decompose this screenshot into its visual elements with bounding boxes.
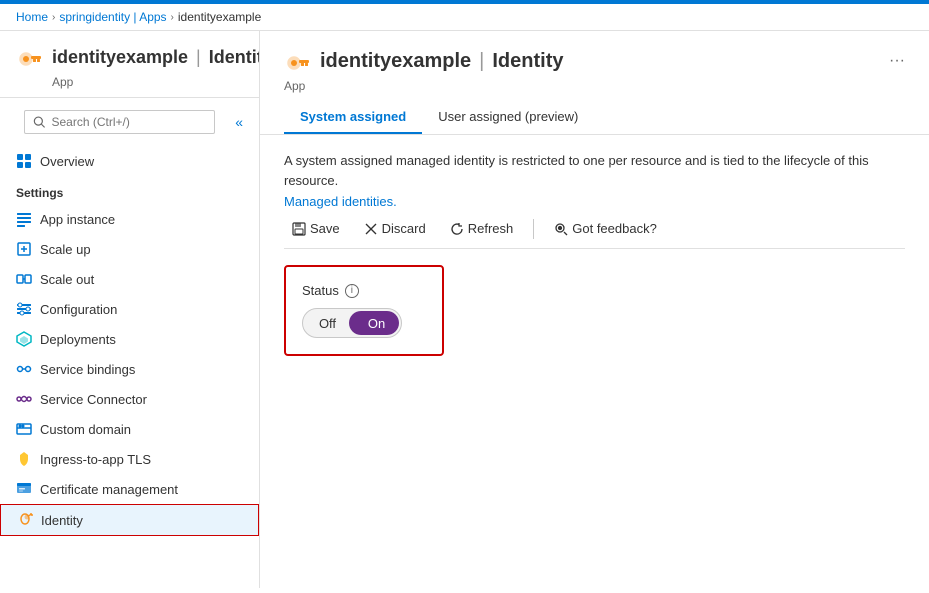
scale-up-icon — [16, 241, 32, 257]
sidebar-item-identity-label: Identity — [41, 513, 83, 528]
save-icon — [292, 222, 306, 236]
page-header: identityexample | Identity ··· App Syste… — [260, 31, 929, 135]
certificate-icon — [16, 481, 32, 497]
sidebar-item-deployments[interactable]: Deployments — [0, 324, 259, 354]
sidebar-item-ingress-tls-label: Ingress-to-app TLS — [40, 452, 151, 467]
scale-out-icon — [16, 271, 32, 287]
sidebar-item-service-bindings[interactable]: Service bindings — [0, 354, 259, 384]
breadcrumb: Home › springidentity | Apps › identitye… — [0, 4, 929, 31]
sidebar-item-certificate[interactable]: Certificate management — [0, 474, 259, 504]
save-label: Save — [310, 221, 340, 236]
sidebar-item-configuration-label: Configuration — [40, 302, 117, 317]
page-title: identityexample — [320, 50, 471, 73]
managed-identities-link[interactable]: Managed identities. — [284, 194, 397, 209]
save-button[interactable]: Save — [284, 217, 348, 240]
breadcrumb-current: identityexample — [178, 10, 261, 24]
status-toggle[interactable]: Off On — [302, 308, 402, 338]
resource-name: identityexample — [52, 47, 188, 68]
sidebar-item-configuration[interactable]: Configuration — [0, 294, 259, 324]
status-box: Status i Off On — [284, 265, 444, 356]
status-info-icon[interactable]: i — [345, 284, 359, 298]
identity-icon — [17, 512, 33, 528]
tab-user-assigned[interactable]: User assigned (preview) — [422, 101, 594, 134]
search-icon — [33, 115, 46, 129]
content-area: identityexample | Identity ··· App Syste… — [260, 31, 929, 588]
sidebar-item-identity[interactable]: Identity — [0, 504, 259, 536]
refresh-button[interactable]: Refresh — [442, 217, 522, 240]
deployments-icon — [16, 331, 32, 347]
sidebar-item-scale-up[interactable]: Scale up — [0, 234, 259, 264]
breadcrumb-sep-1: › — [52, 12, 55, 23]
tab-system-assigned[interactable]: System assigned — [284, 101, 422, 134]
discard-icon — [364, 222, 378, 236]
refresh-label: Refresh — [468, 221, 514, 236]
sidebar-item-scale-up-label: Scale up — [40, 242, 91, 257]
resource-section: Identity — [209, 47, 260, 68]
resource-type: App — [52, 75, 243, 89]
configuration-icon — [16, 301, 32, 317]
custom-domain-icon — [16, 421, 32, 437]
sidebar-item-service-connector-label: Service Connector — [40, 392, 147, 407]
discard-label: Discard — [382, 221, 426, 236]
app-instance-icon — [16, 211, 32, 227]
refresh-icon — [450, 222, 464, 236]
breadcrumb-apps[interactable]: springidentity | Apps — [59, 10, 166, 24]
breadcrumb-sep-2: › — [171, 12, 174, 23]
sidebar-item-overview[interactable]: Overview — [0, 146, 259, 176]
resource-separator: | — [196, 47, 201, 68]
sidebar-item-certificate-label: Certificate management — [40, 482, 178, 497]
breadcrumb-home[interactable]: Home — [16, 10, 48, 24]
feedback-label: Got feedback? — [572, 221, 657, 236]
overview-icon — [16, 153, 32, 169]
sidebar-item-deployments-label: Deployments — [40, 332, 116, 347]
feedback-button[interactable]: Got feedback? — [546, 217, 665, 240]
collapse-button[interactable]: « — [231, 110, 247, 134]
sidebar-item-custom-domain-label: Custom domain — [40, 422, 131, 437]
tabs: System assigned User assigned (preview) — [284, 101, 905, 134]
page-ellipsis[interactable]: ··· — [889, 52, 905, 70]
toggle-off-label: Off — [303, 316, 352, 331]
feedback-icon — [554, 222, 568, 236]
toolbar-divider — [533, 219, 534, 239]
status-label-row: Status i — [302, 283, 426, 298]
search-row: « — [0, 98, 259, 146]
sidebar: identityexample | Identity ··· App « — [0, 31, 260, 588]
sidebar-item-custom-domain[interactable]: Custom domain — [0, 414, 259, 444]
page-resource-icon — [284, 47, 312, 75]
ingress-tls-icon — [16, 451, 32, 467]
sidebar-item-scale-out[interactable]: Scale out — [0, 264, 259, 294]
sidebar-item-service-bindings-label: Service bindings — [40, 362, 135, 377]
status-text: Status — [302, 283, 339, 298]
sidebar-item-service-connector[interactable]: Service Connector — [0, 384, 259, 414]
sidebar-item-ingress-tls[interactable]: Ingress-to-app TLS — [0, 444, 259, 474]
info-text: A system assigned managed identity is re… — [284, 151, 905, 190]
service-bindings-icon — [16, 361, 32, 377]
content-body: A system assigned managed identity is re… — [260, 135, 929, 372]
sidebar-item-overview-label: Overview — [40, 154, 94, 169]
page-title-separator: | — [479, 50, 484, 73]
sidebar-header: identityexample | Identity ··· App — [0, 31, 259, 98]
nav-section-settings: Settings — [0, 176, 259, 204]
page-subtitle: App — [284, 79, 905, 93]
toolbar: Save Discard Refresh — [284, 209, 905, 249]
sidebar-item-scale-out-label: Scale out — [40, 272, 94, 287]
toggle-on-label: On — [352, 316, 401, 331]
search-input[interactable] — [52, 115, 207, 129]
sidebar-item-app-instance[interactable]: App instance — [0, 204, 259, 234]
service-connector-icon — [16, 391, 32, 407]
resource-icon — [16, 43, 44, 71]
discard-button[interactable]: Discard — [356, 217, 434, 240]
page-title-section: Identity — [492, 50, 563, 73]
sidebar-item-app-instance-label: App instance — [40, 212, 115, 227]
search-container — [24, 110, 215, 134]
